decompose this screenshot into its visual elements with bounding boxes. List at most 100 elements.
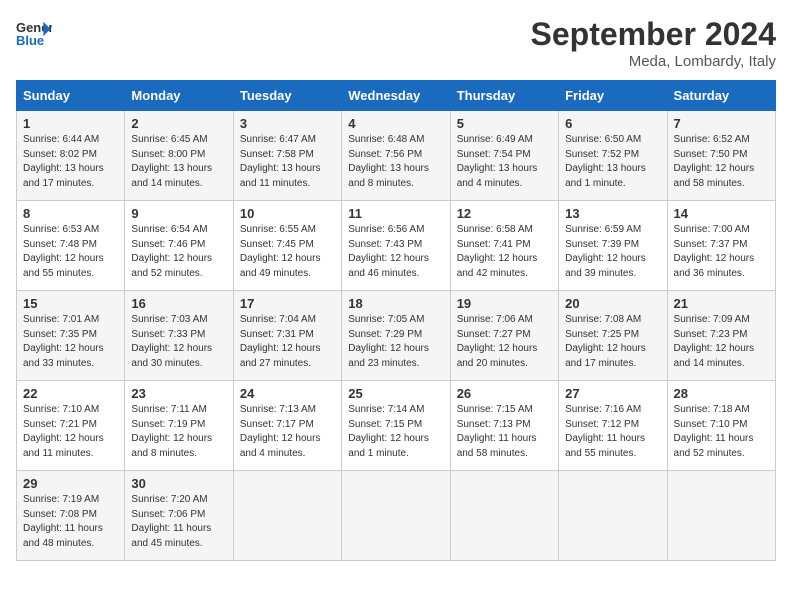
calendar-cell: 15 Sunrise: 7:01 AMSunset: 7:35 PMDayligh… (17, 291, 125, 381)
week-row-2: 8Sunrise: 6:53 AMSunset: 7:48 PMDaylight… (17, 201, 776, 291)
day-number: 21 (674, 296, 769, 311)
header-monday: Monday (125, 81, 233, 111)
day-number: 2 (131, 116, 226, 131)
day-info: Sunrise: 6:54 AMSunset: 7:46 PMDaylight:… (131, 223, 226, 281)
day-info: Sunrise: 6:52 AMSunset: 7:50 PMDaylight:… (674, 133, 769, 191)
day-info: Sunrise: 7:13 AMSunset: 7:17 PMDaylight:… (240, 403, 335, 461)
logo: General Blue (16, 16, 52, 52)
calendar-cell: 30 Sunrise: 7:20 AMSunset: 7:06 PMDayligh… (125, 471, 233, 561)
day-number: 12 (457, 206, 552, 221)
day-number: 23 (131, 386, 226, 401)
day-number: 8 (23, 206, 118, 221)
calendar-cell: 9 Sunrise: 6:54 AMSunset: 7:46 PMDaylight… (125, 201, 233, 291)
calendar-table: SundayMondayTuesdayWednesdayThursdayFrid… (16, 80, 776, 561)
logo-icon: General Blue (16, 16, 52, 52)
calendar-cell: 1 Sunrise: 6:44 AMSunset: 8:02 PMDaylight… (17, 111, 125, 201)
calendar-cell: 11 Sunrise: 6:56 AMSunset: 7:43 PMDayligh… (342, 201, 450, 291)
day-number: 28 (674, 386, 769, 401)
day-number: 6 (565, 116, 660, 131)
header-sunday: Sunday (17, 81, 125, 111)
day-info: Sunrise: 6:55 AMSunset: 7:45 PMDaylight:… (240, 223, 335, 281)
header-saturday: Saturday (667, 81, 775, 111)
day-number: 1 (23, 116, 118, 131)
calendar-cell: 27 Sunrise: 7:16 AMSunset: 7:12 PMDayligh… (559, 381, 667, 471)
calendar-cell: 12 Sunrise: 6:58 AMSunset: 7:41 PMDayligh… (450, 201, 558, 291)
calendar-cell: 28 Sunrise: 7:18 AMSunset: 7:10 PMDayligh… (667, 381, 775, 471)
day-info: Sunrise: 6:50 AMSunset: 7:52 PMDaylight:… (565, 133, 660, 191)
day-number: 30 (131, 476, 226, 491)
week-row-3: 15 Sunrise: 7:01 AMSunset: 7:35 PMDayligh… (17, 291, 776, 381)
svg-text:Blue: Blue (16, 33, 44, 48)
month-title: September 2024 (531, 16, 776, 53)
calendar-cell: 2 Sunrise: 6:45 AMSunset: 8:00 PMDaylight… (125, 111, 233, 201)
calendar-cell: 26Sunrise: 7:15 AMSunset: 7:13 PMDayligh… (450, 381, 558, 471)
week-row-1: 1 Sunrise: 6:44 AMSunset: 8:02 PMDaylight… (17, 111, 776, 201)
day-info: Sunrise: 6:44 AMSunset: 8:02 PMDaylight:… (23, 133, 118, 191)
calendar-cell: 10 Sunrise: 6:55 AMSunset: 7:45 PMDayligh… (233, 201, 341, 291)
calendar-cell (559, 471, 667, 561)
calendar-cell (233, 471, 341, 561)
day-number: 5 (457, 116, 552, 131)
calendar-cell: 25Sunrise: 7:14 AMSunset: 7:15 PMDayligh… (342, 381, 450, 471)
day-info: Sunrise: 7:06 AMSunset: 7:27 PMDaylight:… (457, 313, 552, 371)
day-number: 18 (348, 296, 443, 311)
day-info: Sunrise: 7:03 AMSunset: 7:33 PMDaylight:… (131, 313, 226, 371)
day-number: 7 (674, 116, 769, 131)
location: Meda, Lombardy, Italy (531, 53, 776, 70)
day-info: Sunrise: 6:58 AMSunset: 7:41 PMDaylight:… (457, 223, 552, 281)
day-info: Sunrise: 7:08 AMSunset: 7:25 PMDaylight:… (565, 313, 660, 371)
day-info: Sunrise: 7:18 AMSunset: 7:10 PMDaylight:… (674, 403, 769, 461)
title-section: September 2024 Meda, Lombardy, Italy (531, 16, 776, 70)
day-info: Sunrise: 6:59 AMSunset: 7:39 PMDaylight:… (565, 223, 660, 281)
calendar-cell: 8Sunrise: 6:53 AMSunset: 7:48 PMDaylight… (17, 201, 125, 291)
day-number: 11 (348, 206, 443, 221)
day-info: Sunrise: 6:47 AMSunset: 7:58 PMDaylight:… (240, 133, 335, 191)
header-friday: Friday (559, 81, 667, 111)
calendar-cell: 24Sunrise: 7:13 AMSunset: 7:17 PMDayligh… (233, 381, 341, 471)
day-info: Sunrise: 7:00 AMSunset: 7:37 PMDaylight:… (674, 223, 769, 281)
calendar-cell: 19 Sunrise: 7:06 AMSunset: 7:27 PMDayligh… (450, 291, 558, 381)
header-thursday: Thursday (450, 81, 558, 111)
calendar-cell (342, 471, 450, 561)
calendar-cell: 17Sunrise: 7:04 AMSunset: 7:31 PMDayligh… (233, 291, 341, 381)
header-tuesday: Tuesday (233, 81, 341, 111)
page-header: General Blue September 2024 Meda, Lombar… (16, 16, 776, 70)
day-number: 22 (23, 386, 118, 401)
day-number: 27 (565, 386, 660, 401)
day-number: 29 (23, 476, 118, 491)
day-number: 3 (240, 116, 335, 131)
calendar-cell: 4Sunrise: 6:48 AMSunset: 7:56 PMDaylight… (342, 111, 450, 201)
day-number: 10 (240, 206, 335, 221)
calendar-cell: 7 Sunrise: 6:52 AMSunset: 7:50 PMDaylight… (667, 111, 775, 201)
day-info: Sunrise: 7:11 AMSunset: 7:19 PMDaylight:… (131, 403, 226, 461)
day-info: Sunrise: 7:19 AMSunset: 7:08 PMDaylight:… (23, 493, 118, 551)
header-row: SundayMondayTuesdayWednesdayThursdayFrid… (17, 81, 776, 111)
week-row-5: 29 Sunrise: 7:19 AMSunset: 7:08 PMDayligh… (17, 471, 776, 561)
calendar-cell (450, 471, 558, 561)
day-info: Sunrise: 6:56 AMSunset: 7:43 PMDaylight:… (348, 223, 443, 281)
calendar-cell: 23 Sunrise: 7:11 AMSunset: 7:19 PMDayligh… (125, 381, 233, 471)
day-info: Sunrise: 6:45 AMSunset: 8:00 PMDaylight:… (131, 133, 226, 191)
calendar-cell: 18 Sunrise: 7:05 AMSunset: 7:29 PMDayligh… (342, 291, 450, 381)
day-number: 19 (457, 296, 552, 311)
day-info: Sunrise: 7:16 AMSunset: 7:12 PMDaylight:… (565, 403, 660, 461)
day-info: Sunrise: 7:10 AMSunset: 7:21 PMDaylight:… (23, 403, 118, 461)
day-number: 9 (131, 206, 226, 221)
day-info: Sunrise: 7:05 AMSunset: 7:29 PMDaylight:… (348, 313, 443, 371)
day-number: 16 (131, 296, 226, 311)
calendar-cell: 5Sunrise: 6:49 AMSunset: 7:54 PMDaylight… (450, 111, 558, 201)
day-number: 17 (240, 296, 335, 311)
calendar-cell: 21Sunrise: 7:09 AMSunset: 7:23 PMDayligh… (667, 291, 775, 381)
day-info: Sunrise: 7:01 AMSunset: 7:35 PMDaylight:… (23, 313, 118, 371)
calendar-cell: 16 Sunrise: 7:03 AMSunset: 7:33 PMDayligh… (125, 291, 233, 381)
day-number: 13 (565, 206, 660, 221)
day-number: 26 (457, 386, 552, 401)
day-info: Sunrise: 7:14 AMSunset: 7:15 PMDaylight:… (348, 403, 443, 461)
day-number: 15 (23, 296, 118, 311)
day-info: Sunrise: 7:20 AMSunset: 7:06 PMDaylight:… (131, 493, 226, 551)
calendar-cell: 6 Sunrise: 6:50 AMSunset: 7:52 PMDaylight… (559, 111, 667, 201)
day-info: Sunrise: 6:48 AMSunset: 7:56 PMDaylight:… (348, 133, 443, 191)
calendar-cell: 20Sunrise: 7:08 AMSunset: 7:25 PMDayligh… (559, 291, 667, 381)
day-number: 14 (674, 206, 769, 221)
calendar-cell (667, 471, 775, 561)
